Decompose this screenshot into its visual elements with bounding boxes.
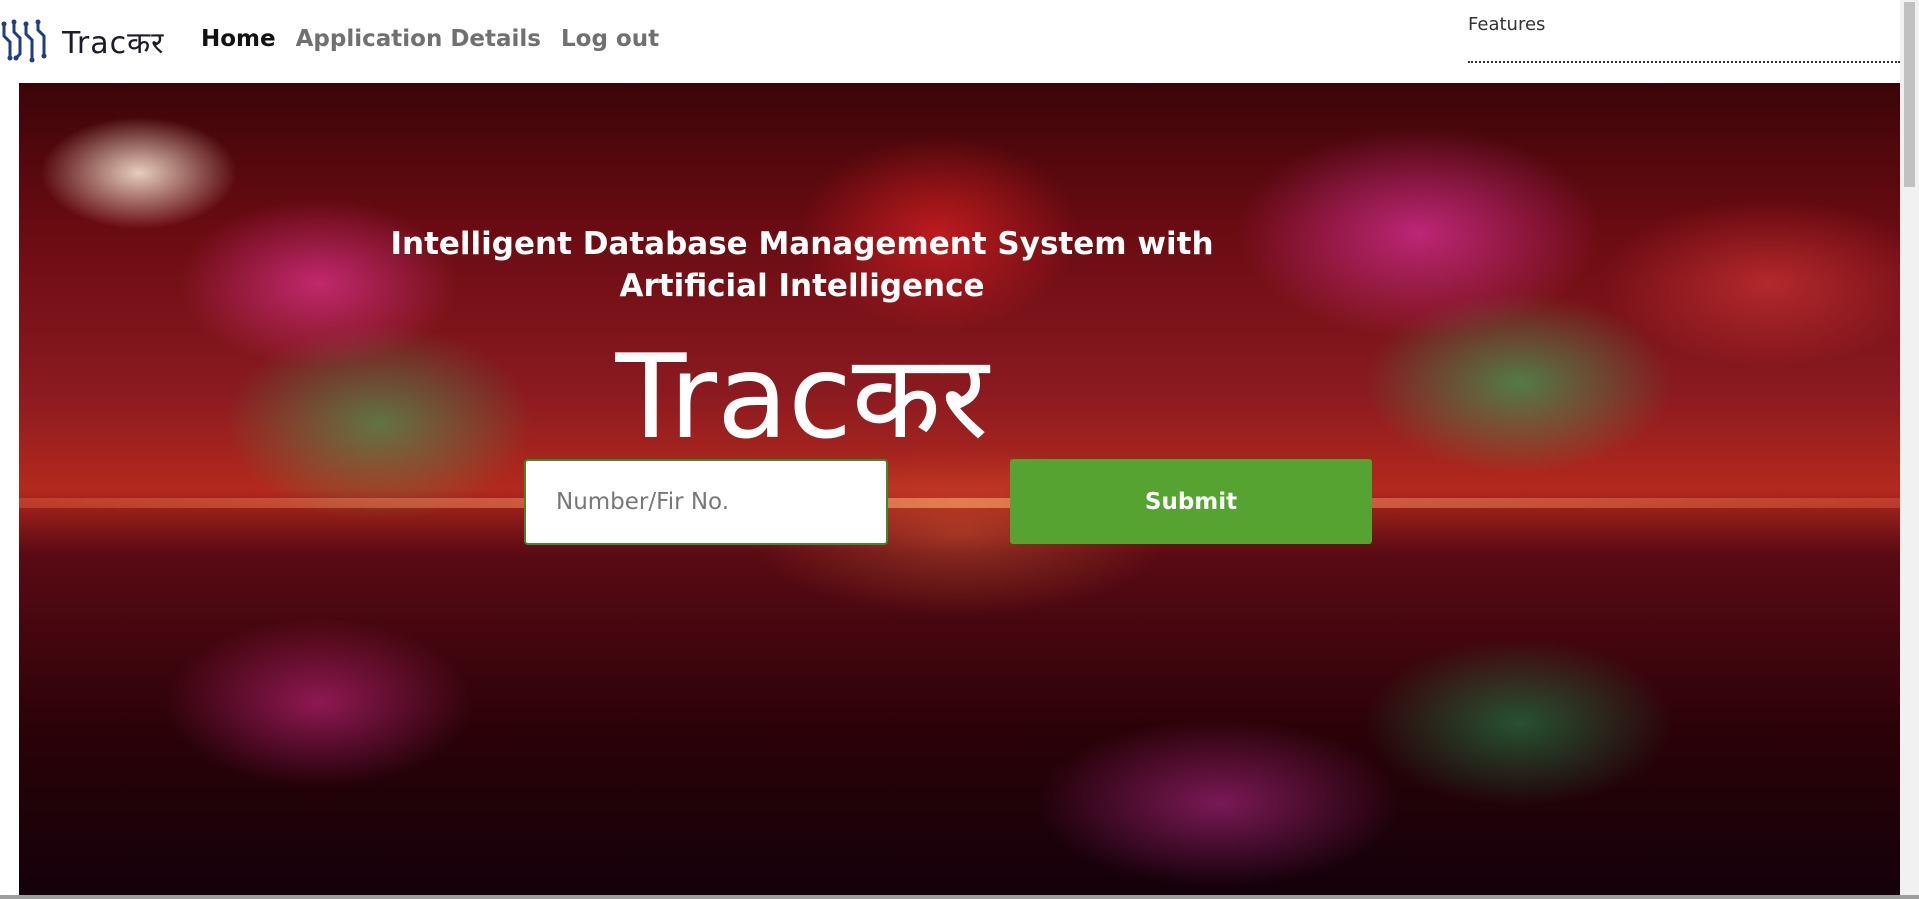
brand[interactable]: Tracकर <box>0 18 164 64</box>
nav-link-home[interactable]: Home <box>201 26 276 52</box>
hero-banner: Intelligent Database Management System w… <box>19 83 1900 895</box>
nav-link-log-out[interactable]: Log out <box>561 26 659 52</box>
bottom-edge <box>0 895 1919 899</box>
features-label: Features <box>1468 14 1546 35</box>
navbar: Tracकर Home Application Details Log out … <box>0 0 1900 83</box>
nav-links: Home Application Details Log out <box>201 26 659 52</box>
hero-reflection-line <box>19 498 1900 508</box>
hero-subtitle-wrapper: Intelligent Database Management System w… <box>19 223 1585 307</box>
hero-title: Tracकर <box>615 330 989 465</box>
fir-number-input[interactable] <box>524 459 888 545</box>
hero-subtitle: Intelligent Database Management System w… <box>390 226 1214 304</box>
submit-button[interactable]: Submit <box>1010 459 1372 544</box>
nav-link-application-details[interactable]: Application Details <box>296 26 541 52</box>
page-scrollbar[interactable] <box>1900 0 1919 899</box>
circuit-logo-icon <box>0 18 52 64</box>
brand-name: Tracकर <box>62 25 165 61</box>
scrollbar-thumb[interactable] <box>1904 2 1915 187</box>
features-section[interactable]: Features <box>1468 14 1900 63</box>
